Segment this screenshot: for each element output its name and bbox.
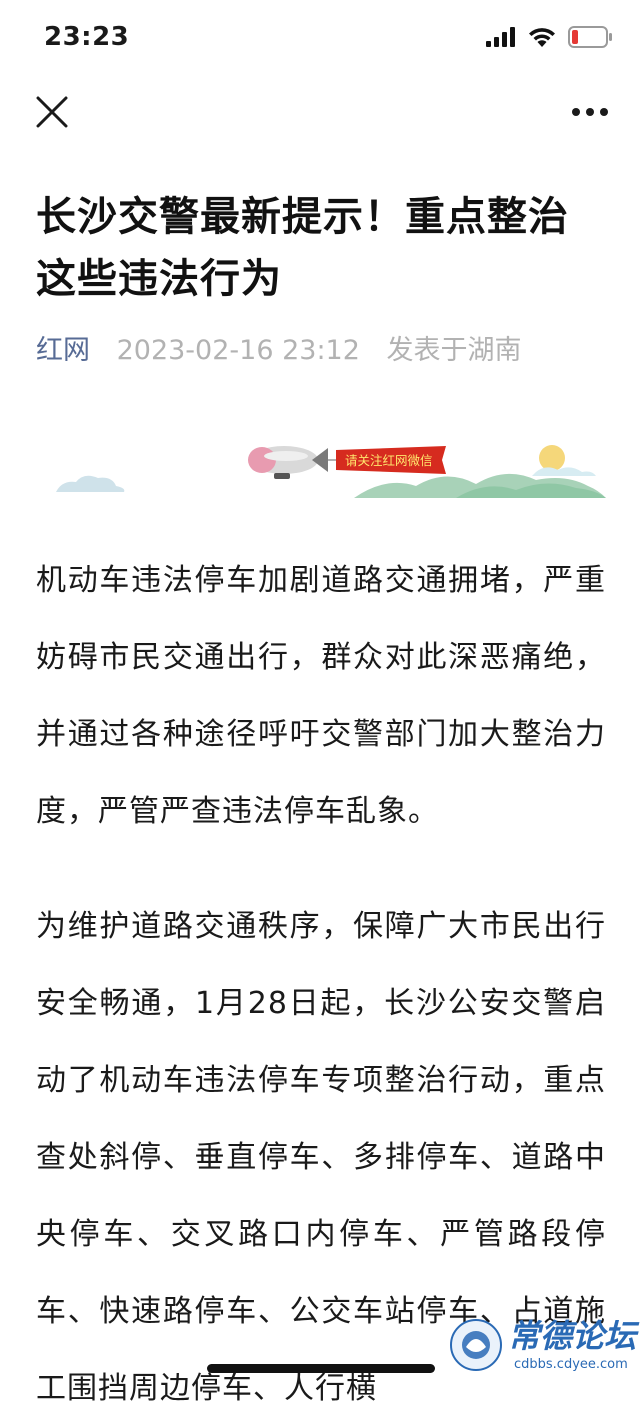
article-meta: 红网 2023-02-16 23:12 发表于湖南 — [36, 328, 522, 367]
close-icon[interactable] — [34, 94, 70, 130]
publish-location: 发表于湖南 — [386, 335, 522, 366]
watermark-url: cdbbs.cdyee.com — [514, 1357, 628, 1372]
nav-bar — [0, 80, 640, 144]
source-link[interactable]: 红网 — [36, 335, 90, 366]
battery-icon — [568, 26, 612, 48]
more-icon[interactable] — [570, 96, 610, 128]
wifi-icon — [529, 28, 555, 47]
paragraph-1: 机动车违法停车加剧道路交通拥堵，严重妨碍市民交通出行，群众对此深恶痛绝，并通过各… — [36, 563, 606, 829]
forum-logo-icon — [450, 1319, 502, 1371]
follow-banner: 请关注红网微信 — [56, 445, 606, 498]
cellular-signal-icon — [486, 27, 515, 47]
home-indicator[interactable] — [207, 1364, 435, 1373]
airship-icon — [248, 446, 336, 479]
article-title: 长沙交警最新提示！重点整治这些违法行为 — [36, 194, 569, 302]
publish-time: 2023-02-16 23:12 — [116, 335, 360, 366]
status-icons — [486, 26, 612, 48]
cloud-left — [56, 475, 125, 492]
status-bar: 23:23 — [0, 0, 640, 80]
cloud-right — [532, 467, 596, 476]
watermark: 常德论坛 cdbbs.cdyee.com — [448, 1311, 638, 1383]
status-time: 23:23 — [44, 22, 130, 52]
banner-text: 请关注红网微信 — [345, 453, 433, 468]
sun-icon — [539, 445, 565, 471]
watermark-text: 常德论坛 — [508, 1317, 637, 1355]
